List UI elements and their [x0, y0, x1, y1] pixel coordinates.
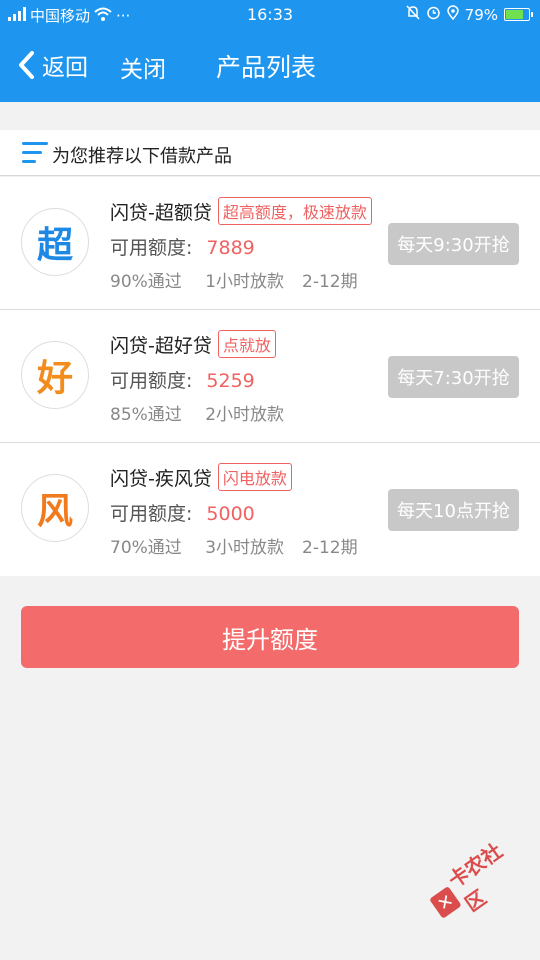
pass-rate: 90%通过 [110, 272, 182, 292]
loan-time: 2小时放款 [205, 405, 285, 425]
recommend-heading: 为您推荐以下借款产品 [52, 146, 232, 167]
quota-label: 可用额度: [110, 370, 193, 392]
product-item-2[interactable]: 好 闪贷-超好贷 点就放 可用额度: 5259 85%通过 2小时放款 每天7:3… [0, 310, 540, 443]
status-right: 79% [406, 5, 533, 24]
product-name-row: 闪贷-超额贷 超高额度，极速放款 [110, 197, 372, 225]
product-meta: 90%通过 1小时放款 2-12期 [110, 267, 358, 292]
loan-time: 1小时放款 [205, 272, 285, 292]
chevron-left-icon [19, 51, 34, 79]
battery-percent: 79% [464, 5, 498, 24]
mute-bell-icon [406, 5, 420, 24]
grab-button[interactable]: 每天10点开抢 [388, 489, 519, 531]
grab-button[interactable]: 每天7:30开抢 [388, 356, 519, 398]
product-quota: 可用额度: 7889 [110, 233, 255, 260]
location-icon [446, 5, 459, 24]
status-bar: 中国移动 ··· 16:33 79% [0, 0, 540, 30]
quota-value: 7889 [206, 237, 255, 259]
list-menu-icon [22, 142, 48, 164]
recommend-header: 为您推荐以下借款产品 [0, 130, 540, 176]
quota-label: 可用额度: [110, 503, 193, 525]
product-name-row: 闪贷-疾风贷 闪电放款 [110, 463, 292, 491]
loan-time: 3小时放款 [205, 538, 285, 558]
product-item-3[interactable]: 风 闪贷-疾风贷 闪电放款 可用额度: 5000 70%通过 3小时放款 2-12期… [0, 443, 540, 576]
quota-value: 5259 [206, 370, 255, 392]
product-meta: 85%通过 2小时放款 [110, 400, 302, 425]
quota-label: 可用额度: [110, 237, 193, 259]
nav-bar: 返回 关闭 产品列表 [0, 36, 540, 96]
product-logo: 超 [21, 208, 89, 276]
product-quota: 可用额度: 5000 [110, 499, 255, 526]
app-header: 中国移动 ··· 16:33 79% 返回 关闭 产品列表 [0, 0, 540, 102]
pass-rate: 70%通过 [110, 538, 182, 558]
close-button[interactable]: 关闭 [120, 50, 166, 84]
product-logo: 好 [21, 341, 89, 409]
pass-rate: 85%通过 [110, 405, 182, 425]
product-meta: 70%通过 3小时放款 2-12期 [110, 533, 358, 558]
alarm-icon [426, 5, 441, 24]
product-tag: 闪电放款 [217, 463, 292, 491]
watermark-logo: ✕ 卡农社区 [419, 826, 537, 933]
product-name: 闪贷-疾风贷 [110, 467, 212, 490]
battery-fill [506, 10, 523, 19]
loan-term: 2-12期 [302, 272, 358, 292]
product-tag: 超高额度，极速放款 [217, 197, 372, 225]
product-name-row: 闪贷-超好贷 点就放 [110, 330, 276, 358]
product-list: 超 闪贷-超额贷 超高额度，极速放款 可用额度: 7889 90%通过 1小时放款… [0, 177, 540, 576]
back-button[interactable]: 返回 [18, 48, 88, 82]
back-label: 返回 [42, 55, 88, 81]
product-quota: 可用额度: 5259 [110, 366, 255, 393]
page-title: 产品列表 [216, 53, 317, 82]
product-tag: 点就放 [217, 330, 276, 358]
raise-limit-button[interactable]: 提升额度 [21, 606, 519, 668]
quota-value: 5000 [206, 503, 255, 525]
product-logo: 风 [21, 474, 89, 542]
product-name: 闪贷-超好贷 [110, 334, 212, 357]
grab-button[interactable]: 每天9:30开抢 [388, 223, 519, 265]
product-item-1[interactable]: 超 闪贷-超额贷 超高额度，极速放款 可用额度: 7889 90%通过 1小时放款… [0, 177, 540, 310]
product-name: 闪贷-超额贷 [110, 201, 212, 224]
loan-term: 2-12期 [302, 538, 358, 558]
battery-icon [504, 8, 533, 21]
